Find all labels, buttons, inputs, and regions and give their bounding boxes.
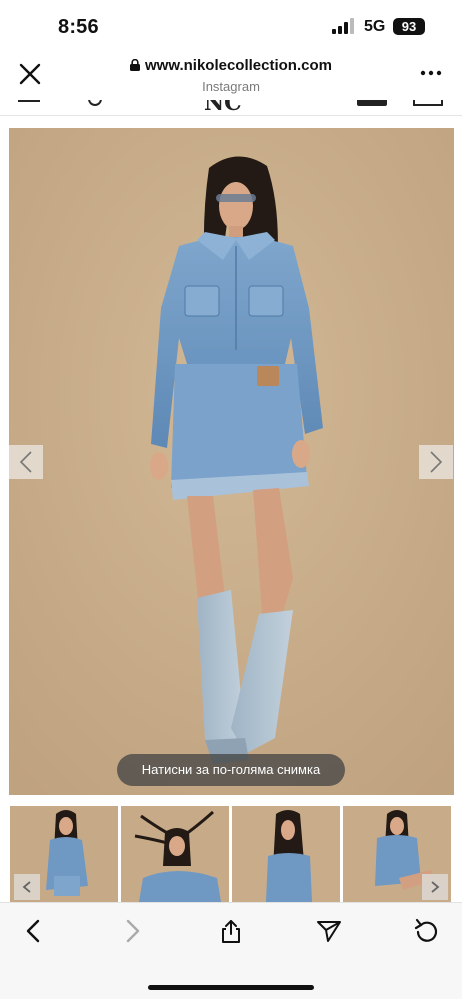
signal-icon [332, 18, 354, 34]
battery-badge: 93 [393, 18, 425, 35]
home-indicator[interactable] [148, 985, 314, 990]
url-bar[interactable]: www.nikolecollection.com [0, 57, 462, 74]
chevron-right-icon [430, 451, 443, 473]
product-photo [9, 128, 454, 795]
more-icon[interactable] [418, 66, 444, 80]
lock-icon [130, 59, 140, 71]
thumbnail-image [232, 806, 340, 902]
url-text: www.nikolecollection.com [145, 57, 332, 74]
gallery-prev-button[interactable] [9, 445, 43, 479]
back-icon[interactable] [20, 917, 48, 945]
network-label: 5G [364, 18, 386, 35]
thumbnail-2[interactable] [121, 806, 229, 902]
page-source-label: Instagram [202, 79, 260, 94]
search-icon[interactable] [88, 100, 102, 106]
status-time: 8:56 [58, 16, 99, 38]
browser-page: 8:56 5G 93 www.nikolecollection.com Inst… [0, 0, 462, 999]
cart-icon[interactable] [413, 100, 443, 106]
share-icon[interactable] [217, 917, 245, 945]
chevron-right-icon [431, 881, 440, 893]
thumbnail-strip [0, 806, 462, 902]
forward-icon[interactable] [118, 917, 146, 945]
thumbnail-image [121, 806, 229, 902]
thumbnail-prev-button[interactable] [14, 874, 40, 900]
site-header: NC [0, 100, 462, 116]
thumbnail-next-button[interactable] [422, 874, 448, 900]
gallery-next-button[interactable] [419, 445, 453, 479]
browser-header: www.nikolecollection.com Instagram [0, 52, 462, 100]
product-main-image[interactable] [9, 128, 454, 795]
reload-icon[interactable] [413, 917, 441, 945]
site-logo[interactable]: NC [204, 100, 242, 115]
chevron-left-icon [22, 881, 31, 893]
send-icon[interactable] [315, 917, 343, 945]
account-icon[interactable] [357, 100, 387, 106]
chevron-left-icon [19, 451, 32, 473]
status-bar: 8:56 5G 93 [0, 0, 462, 52]
thumbnail-3[interactable] [232, 806, 340, 902]
menu-icon[interactable] [18, 100, 40, 102]
zoom-hint[interactable]: Натисни за по-голяма снимка [117, 754, 345, 786]
